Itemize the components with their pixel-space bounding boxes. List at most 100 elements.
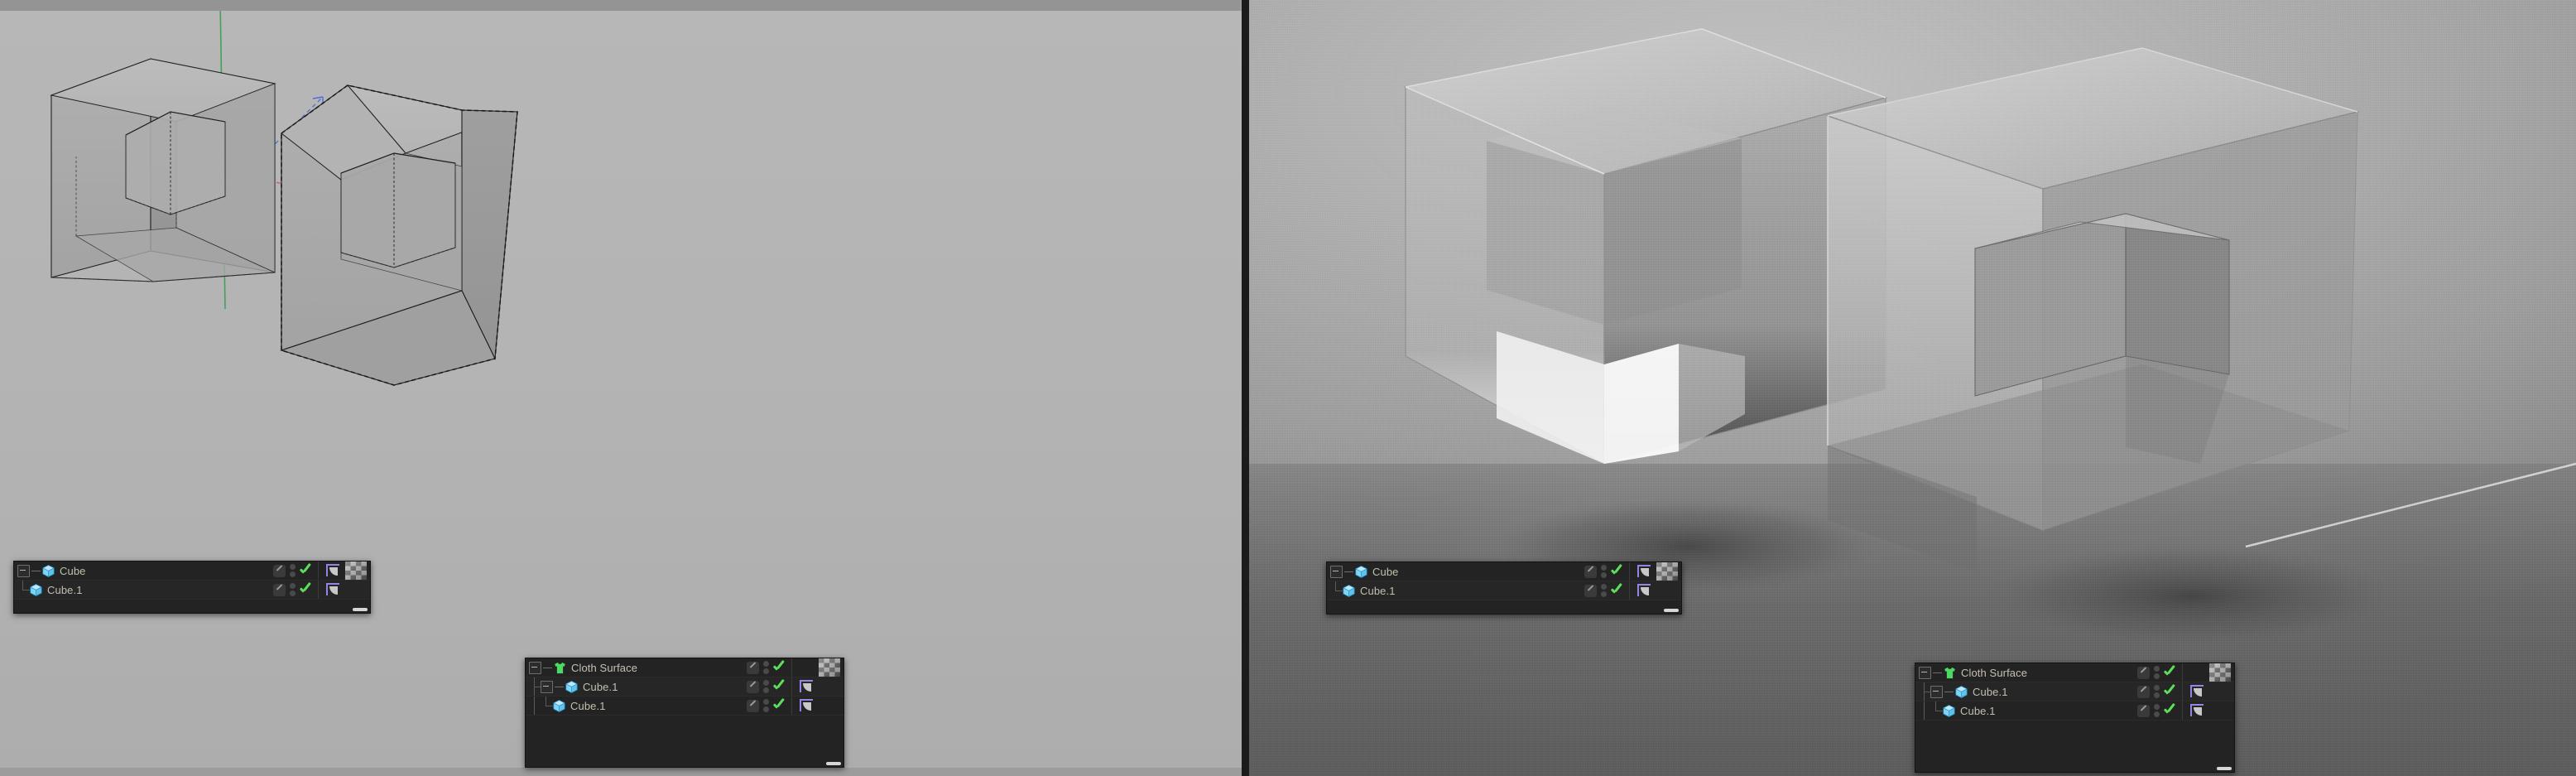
visibility-check-icon[interactable] (300, 566, 312, 576)
visibility-check-icon[interactable] (1611, 586, 1623, 595)
modifier-dots-icon[interactable] (763, 680, 769, 693)
outliner-row[interactable]: Cube (1327, 562, 1681, 581)
visibility-check-icon[interactable] (773, 682, 786, 692)
outliner-right-top[interactable]: Cube Cube.1 (1326, 562, 1682, 615)
object-cube-b[interactable] (280, 84, 518, 386)
expand-collapse-toggle[interactable] (17, 564, 30, 577)
outliner-left-top[interactable]: Cube Cube.1 (13, 561, 371, 614)
outliner-row-tree: Cube (1327, 565, 1584, 579)
render-data-icon[interactable] (800, 699, 815, 712)
tree-connector (529, 696, 541, 715)
right-viewport[interactable] (1248, 0, 2576, 776)
outliner-row[interactable]: Cube (14, 562, 370, 581)
edit-mode-icon[interactable] (747, 680, 759, 693)
render-data-icon[interactable] (326, 583, 341, 596)
expand-collapse-toggle[interactable] (529, 661, 541, 674)
object-cube-b-child[interactable] (340, 152, 456, 268)
outliner-row-tree: Cube.1 (1915, 682, 2137, 701)
visibility-check-icon[interactable] (773, 701, 786, 711)
cloth-shirt-icon (1944, 667, 1955, 678)
tree-dash (1344, 571, 1353, 572)
tree-connector (1330, 581, 1343, 600)
edit-mode-icon[interactable] (1584, 584, 1597, 597)
outliner-row[interactable]: Cube.1 (526, 677, 843, 696)
icon-separator (791, 677, 792, 696)
edit-mode-icon[interactable] (2137, 685, 2150, 698)
outliner-left-bottom[interactable]: Cloth Surface Cube.1 Cube.1 (525, 658, 844, 768)
edit-mode-icon[interactable] (273, 564, 286, 577)
modifier-dots-icon[interactable] (290, 583, 296, 596)
outliner-row-icons (747, 677, 843, 696)
modifier-dots-icon[interactable] (1601, 584, 1607, 597)
expand-collapse-toggle[interactable] (541, 680, 553, 693)
outliner-row[interactable]: Cube.1 (526, 696, 843, 716)
outliner-row-icons (2137, 663, 2234, 682)
left-viewport-canvas[interactable] (0, 11, 1248, 768)
modifier-dots-icon[interactable] (763, 699, 769, 712)
visibility-check-icon[interactable] (2164, 668, 2176, 677)
modifier-dots-icon[interactable] (2154, 685, 2160, 698)
viewport-divider[interactable] (1242, 0, 1249, 776)
material-thumbnail-icon[interactable] (819, 677, 840, 696)
outliner-row[interactable]: Cloth Surface (526, 658, 843, 677)
expand-collapse-toggle[interactable] (1919, 666, 1931, 679)
material-thumbnail-icon[interactable] (2209, 701, 2231, 720)
mesh-cube-icon (553, 699, 565, 712)
outliner-row-icons (2137, 701, 2234, 720)
render-data-icon[interactable] (326, 564, 341, 577)
outliner-scrollbar[interactable] (2217, 767, 2232, 770)
material-thumbnail-icon[interactable] (2209, 682, 2231, 701)
material-thumbnail-icon[interactable] (1656, 581, 1678, 600)
visibility-check-icon[interactable] (1611, 566, 1623, 576)
expand-collapse-toggle[interactable] (1330, 565, 1343, 578)
material-thumbnail-icon[interactable] (345, 581, 367, 599)
tree-connector (1930, 701, 1943, 720)
mesh-cube-icon (30, 583, 42, 596)
expand-collapse-toggle[interactable] (1930, 685, 1943, 698)
visibility-check-icon[interactable] (773, 663, 786, 672)
modifier-dots-icon[interactable] (2154, 666, 2160, 679)
material-thumbnail-icon[interactable] (2209, 663, 2231, 682)
outliner-row[interactable]: Cube.1 (1915, 701, 2234, 721)
render-data-icon[interactable] (2190, 685, 2205, 698)
edit-mode-icon[interactable] (1584, 565, 1597, 578)
visibility-check-icon[interactable] (300, 585, 312, 595)
edit-mode-icon[interactable] (2137, 704, 2150, 717)
outliner-row-icons (273, 581, 370, 599)
material-thumbnail-icon[interactable] (819, 696, 840, 715)
outliner-item-label: Cube.1 (47, 583, 83, 596)
modifier-dots-icon[interactable] (290, 564, 296, 577)
outliner-row[interactable]: Cube.1 (1915, 682, 2234, 701)
material-thumbnail-icon[interactable] (345, 562, 367, 580)
render-data-icon[interactable] (1637, 584, 1652, 597)
outliner-row-icons (747, 658, 843, 677)
outliner-row-tree: Cloth Surface (1915, 666, 2137, 680)
edit-mode-icon[interactable] (2137, 666, 2150, 679)
object-cube-a-child[interactable] (125, 111, 226, 215)
outliner-row[interactable]: Cube.1 (1327, 581, 1681, 600)
outliner-row[interactable]: Cube.1 (14, 581, 370, 600)
outliner-row[interactable]: Cloth Surface (1915, 663, 2234, 682)
tree-connector (17, 581, 30, 599)
object-cube-a[interactable] (50, 58, 276, 282)
visibility-check-icon[interactable] (2164, 706, 2176, 716)
material-thumbnail-icon[interactable] (819, 658, 840, 677)
outliner-scrollbar[interactable] (353, 608, 368, 611)
icon-separator (2182, 663, 2183, 682)
material-thumbnail-icon[interactable] (1656, 562, 1678, 581)
visibility-check-icon[interactable] (2164, 687, 2176, 696)
outliner-right-bottom[interactable]: Cloth Surface Cube.1 Cube.1 (1915, 663, 2235, 773)
mesh-cube-icon (42, 564, 55, 577)
render-data-icon[interactable] (1637, 565, 1652, 578)
tree-connector (529, 677, 541, 696)
render-data-icon[interactable] (800, 680, 815, 693)
edit-mode-icon[interactable] (747, 661, 759, 674)
modifier-dots-icon[interactable] (1601, 565, 1607, 578)
outliner-scrollbar[interactable] (1664, 609, 1679, 612)
modifier-dots-icon[interactable] (763, 661, 769, 674)
outliner-scrollbar[interactable] (826, 762, 841, 765)
modifier-dots-icon[interactable] (2154, 704, 2160, 717)
render-data-icon[interactable] (2190, 704, 2205, 717)
edit-mode-icon[interactable] (273, 583, 286, 596)
edit-mode-icon[interactable] (747, 699, 759, 712)
